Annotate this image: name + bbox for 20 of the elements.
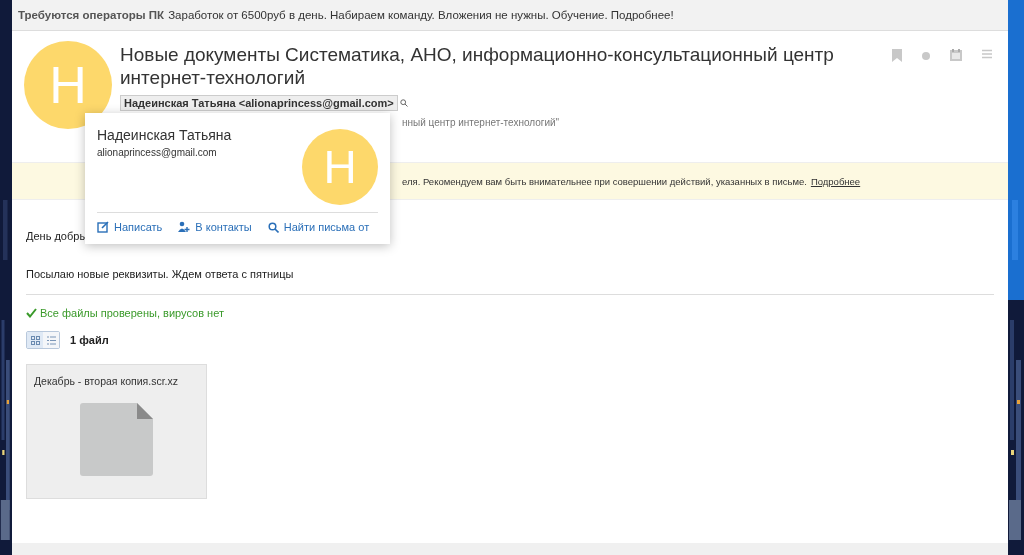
popup-action-link[interactable]: Найти письма от — [267, 221, 370, 233]
sender-avatar: Н — [24, 41, 112, 129]
recipient-text: нный центр интернет-технологий" — [402, 117, 561, 128]
popup-action-link[interactable]: Написать — [97, 221, 163, 233]
contact-email: alionaprincess@gmail.com — [97, 147, 218, 158]
sender-chip[interactable]: Надеинская Татьяна <alionaprincess@gmail.com> — [120, 95, 398, 111]
file-name: Декабрь - вторая копия.scr.xz — [34, 375, 178, 387]
attachment-card[interactable]: Декабрь - вторая копия.scr.xz — [26, 364, 207, 499]
ad-banner[interactable]: Требуются операторы ПК Заработок от 6500руб в день. Набираем команду. Вложения не нужны. Обучение. Подробнее! — [12, 0, 1008, 31]
popup-action-link[interactable]: В контакты — [178, 221, 252, 233]
ad-text: Заработок от 6500руб в день. Набираем команду. Вложения не нужны. Обучение. Подробнее! — [168, 9, 674, 21]
ad-title: Требуются операторы ПК — [18, 9, 165, 21]
email-subject: Новые документы Систематика, АНО, информационно-консультационный центр интернет-технологий — [120, 43, 835, 89]
more-link[interactable]: Подробнее — [810, 175, 861, 187]
file-count: 1 файл — [70, 334, 109, 346]
contact-name: Надеинская Татьяна — [97, 127, 232, 143]
body-text: Посылаю новые реквизиты. Ждем ответа с пятницы — [26, 268, 295, 280]
contact-avatar: Н — [302, 129, 378, 205]
warning-text: еля. Рекомендуем вам быть внимательнее при совершении действий, указанных в письме. — [402, 175, 807, 187]
scan-status: Все файлы проверены, вирусов нет — [40, 307, 224, 319]
